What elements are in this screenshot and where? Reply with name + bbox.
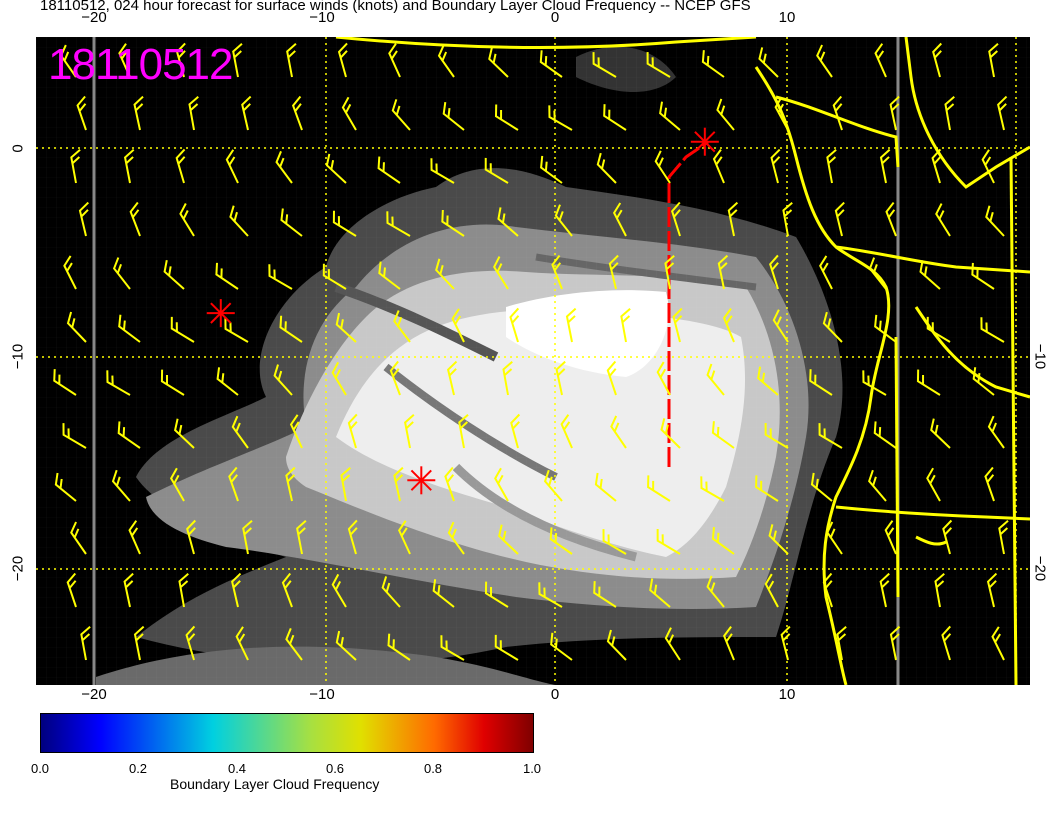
y-tick-right: −20 — [1031, 555, 1049, 582]
colorbar-label: 0.6 — [325, 761, 345, 776]
colorbar — [40, 713, 534, 753]
x-tick-top: 10 — [778, 9, 796, 26]
y-tick-left: −10 — [9, 343, 27, 370]
colorbar-label: 0.8 — [423, 761, 443, 776]
colorbar-label: 0.0 — [30, 761, 50, 776]
x-tick-bottom: 0 — [550, 686, 560, 703]
colorbar-label: 1.0 — [522, 761, 542, 776]
ship-marker — [206, 299, 235, 328]
map-panel — [36, 37, 1030, 685]
colorbar-label: 0.4 — [227, 761, 247, 776]
x-tick-top: −10 — [309, 9, 335, 26]
x-tick-bottom: −20 — [81, 686, 107, 703]
y-tick-left: 0 — [9, 144, 27, 153]
x-tick-bottom: −10 — [309, 686, 335, 703]
map-title: 18110512, 024 hour forecast for surface … — [40, 0, 751, 14]
ship-marker — [690, 127, 719, 156]
x-tick-top: −20 — [81, 9, 107, 26]
ship-marker — [407, 466, 436, 495]
x-tick-bottom: 10 — [778, 686, 796, 703]
date-stamp: 18110512 — [48, 40, 233, 89]
colorbar-label: 0.2 — [128, 761, 148, 776]
colorbar-title: Boundary Layer Cloud Frequency — [170, 776, 380, 792]
cloud-frequency-map — [36, 37, 1030, 685]
x-tick-top: 0 — [550, 9, 560, 26]
y-tick-right: −10 — [1031, 343, 1049, 370]
y-tick-left: −20 — [9, 555, 27, 582]
